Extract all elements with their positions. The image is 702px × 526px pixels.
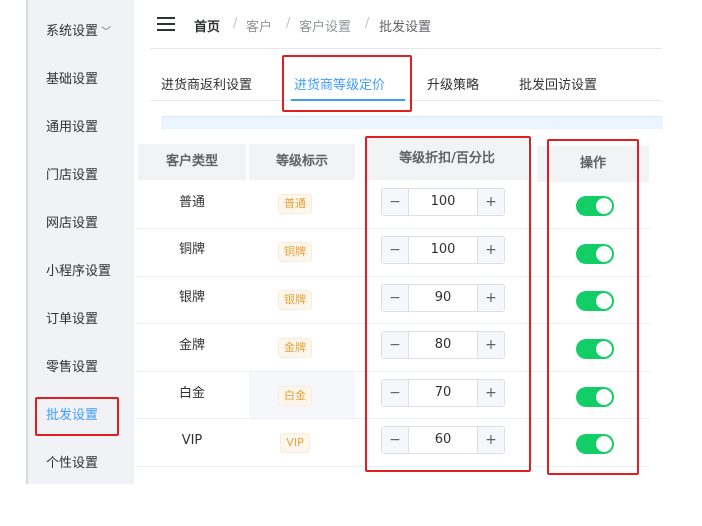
breadcrumb-customer[interactable]: 客户	[246, 16, 272, 35]
chevron-down-icon: ﹀	[101, 27, 112, 38]
sidebar-item-store[interactable]: 门店设置	[28, 152, 134, 200]
level-badge: VIP	[280, 433, 310, 453]
sidebar-item-label: 小程序设置	[46, 264, 112, 279]
sidebar-item-general[interactable]: 通用设置	[28, 104, 134, 152]
menu-toggle-icon[interactable]	[157, 17, 175, 31]
sidebar-item-online-store[interactable]: 网店设置	[28, 200, 134, 248]
sidebar-item-label: 门店设置	[46, 168, 99, 183]
customer-type: 金牌	[178, 338, 205, 353]
sidebar-item-label: 个性设置	[46, 456, 99, 471]
tab-rebate[interactable]: 进货商返利设置	[161, 74, 252, 93]
column-header-type: 客户类型	[138, 144, 246, 180]
sidebar-item-personal[interactable]: 个性设置	[28, 440, 134, 488]
sidebar-item-label: 订单设置	[46, 312, 99, 327]
level-badge: 白金	[278, 386, 312, 406]
highlight-box-wholesale	[35, 397, 119, 436]
customer-type: VIP	[181, 433, 203, 448]
level-badge: 普通	[278, 194, 312, 214]
sidebar-item-retail[interactable]: 零售设置	[28, 344, 134, 392]
tab-upgrade-strategy[interactable]: 升级策略	[427, 74, 479, 93]
breadcrumb-customer-settings[interactable]: 客户设置	[299, 16, 351, 35]
sidebar-item-mini-program[interactable]: 小程序设置	[28, 248, 134, 296]
highlight-box-discount-column	[365, 136, 531, 472]
sidebar-item-basic[interactable]: 基础设置	[28, 56, 134, 104]
info-alert	[162, 116, 662, 129]
tab-revisit[interactable]: 批发回访设置	[519, 74, 597, 93]
level-badge: 金牌	[278, 338, 312, 358]
column-header-badge: 等级标示	[249, 144, 355, 180]
breadcrumb-separator: /	[233, 16, 238, 31]
highlight-box-action-column	[547, 139, 639, 475]
breadcrumb-separator: /	[286, 16, 291, 31]
sidebar-item-orders[interactable]: 订单设置	[28, 296, 134, 344]
breadcrumb-separator: /	[365, 16, 370, 31]
level-badge: 铜牌	[278, 242, 312, 262]
customer-type: 白金	[178, 386, 205, 401]
sidebar-item-label: 零售设置	[46, 360, 99, 375]
sidebar-item-label: 网店设置	[46, 216, 99, 231]
sidebar-item-label: 系统设置	[46, 24, 99, 39]
sidebar-item-system-settings[interactable]: 系统设置 ﹀	[28, 8, 134, 56]
customer-type: 银牌	[178, 290, 205, 305]
customer-type: 普通	[178, 195, 205, 210]
header-divider	[150, 48, 662, 49]
breadcrumb-current: 批发设置	[379, 20, 432, 35]
customer-type: 铜牌	[178, 242, 205, 257]
level-badge: 银牌	[278, 290, 312, 310]
sidebar-item-label: 通用设置	[46, 120, 99, 135]
breadcrumb-home[interactable]: 首页	[194, 16, 220, 35]
highlight-box-tab	[282, 55, 412, 112]
sidebar-item-label: 基础设置	[46, 72, 99, 87]
